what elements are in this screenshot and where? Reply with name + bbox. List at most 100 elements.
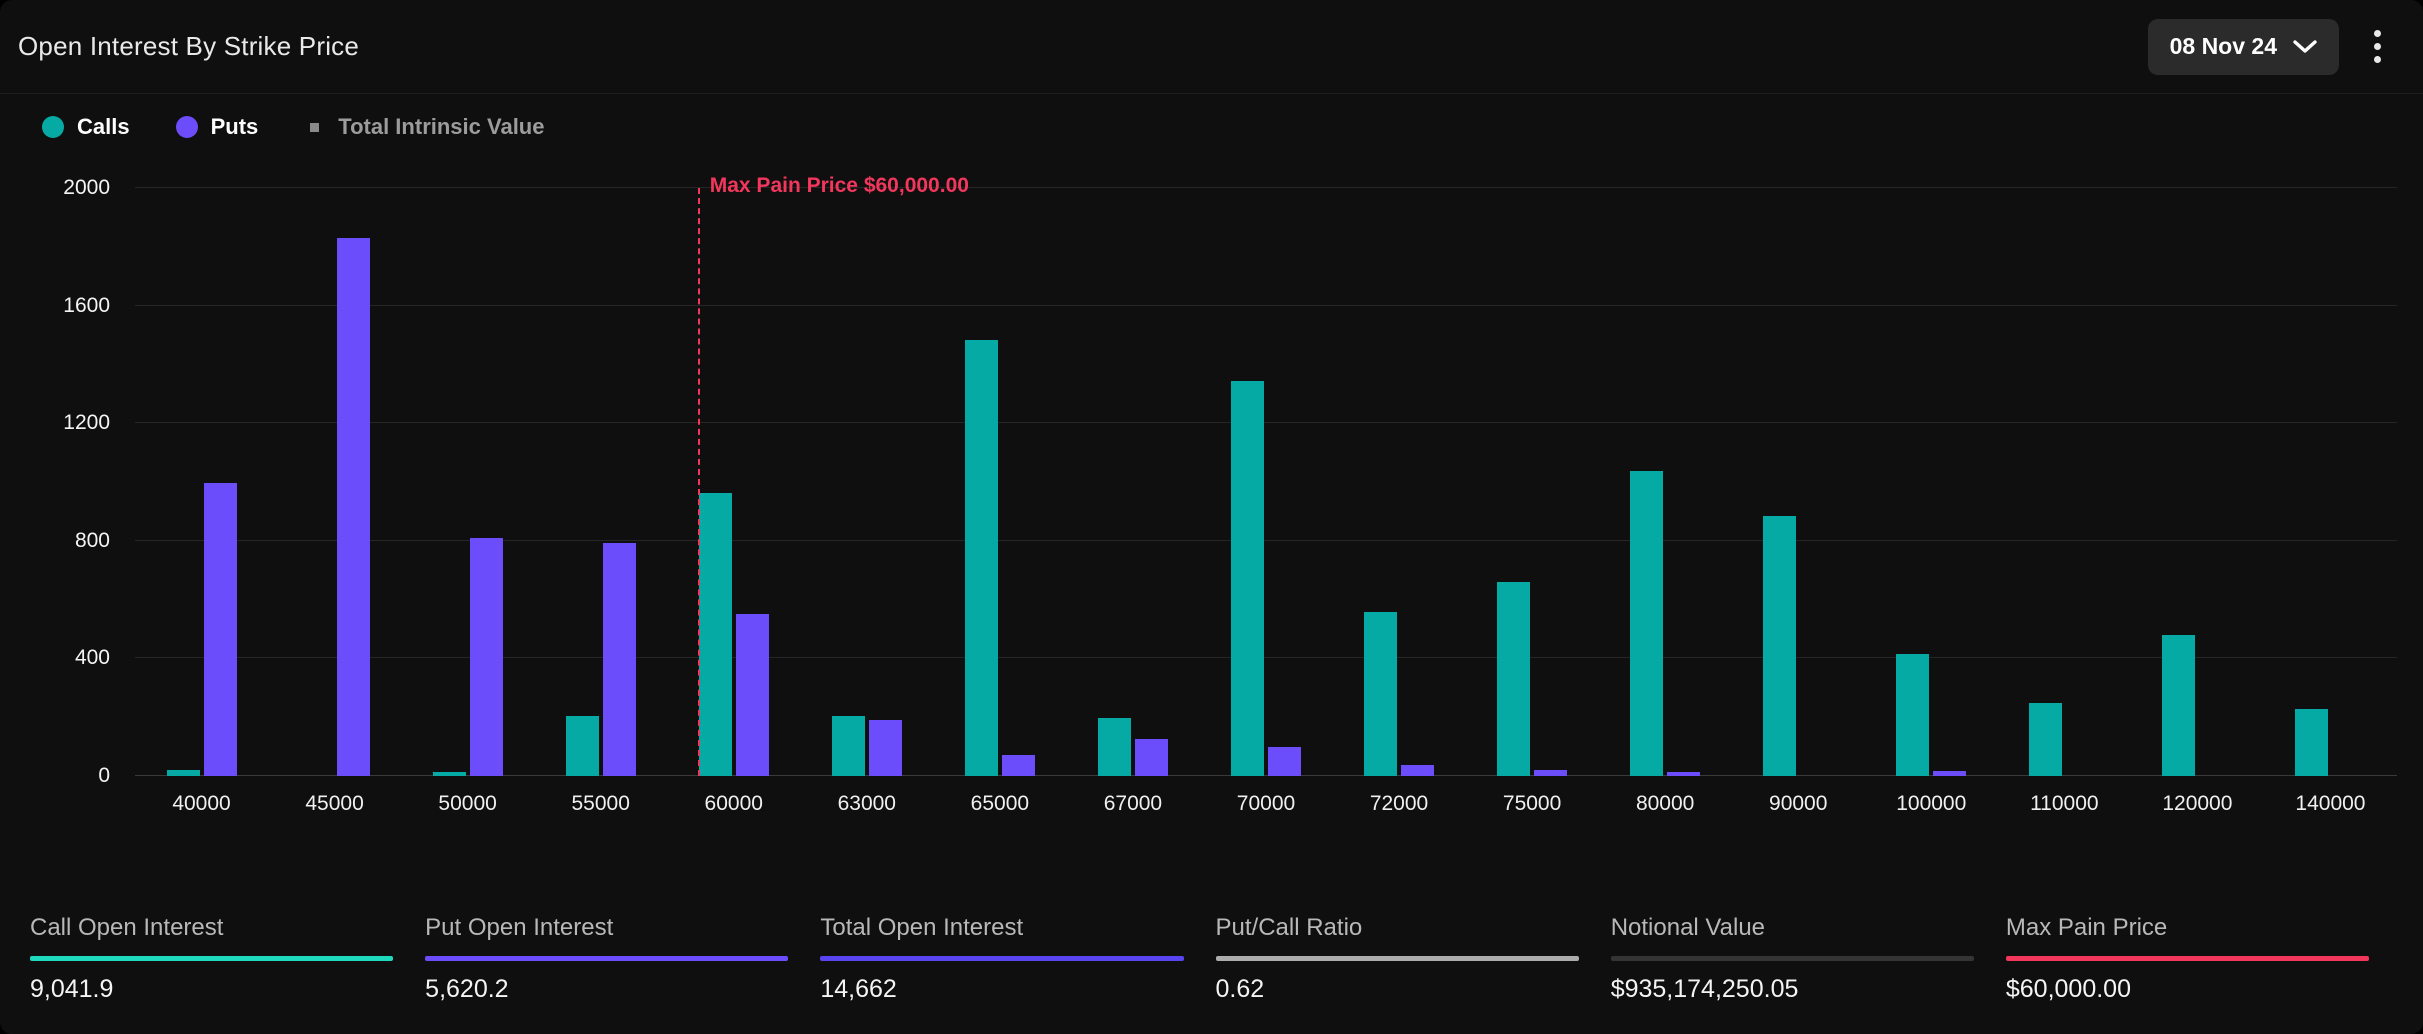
bar-calls[interactable] bbox=[565, 716, 599, 776]
legend-item-total-intrinsic-value[interactable]: Total Intrinsic Value bbox=[304, 114, 544, 140]
bar-calls[interactable] bbox=[1097, 718, 1131, 776]
stat-value: $60,000.00 bbox=[2005, 975, 2131, 1003]
stat-value: 5,620.2 bbox=[425, 975, 509, 1003]
puts-color-swatch bbox=[175, 116, 198, 138]
stat-accent-rule bbox=[30, 956, 394, 961]
bar-group[interactable]: 100000 bbox=[1865, 188, 1998, 815]
stat-label: Put Open Interest bbox=[425, 914, 614, 941]
bar-puts[interactable] bbox=[1001, 755, 1035, 776]
y-axis-tick-label: 0 bbox=[98, 764, 110, 787]
stat-label: Call Open Interest bbox=[30, 914, 224, 941]
bar-calls[interactable] bbox=[1364, 612, 1398, 776]
more-vertical-icon[interactable] bbox=[2357, 19, 2397, 75]
bar-calls[interactable] bbox=[698, 492, 732, 776]
y-axis-tick-label: 800 bbox=[74, 528, 110, 552]
bar-group[interactable]: 75000 bbox=[1466, 188, 1599, 815]
stat-accent-rule bbox=[2005, 956, 2370, 961]
bar-puts[interactable] bbox=[1134, 739, 1168, 776]
legend-item-calls[interactable]: Calls bbox=[42, 114, 130, 140]
bar-puts[interactable] bbox=[203, 483, 237, 776]
stat-card: Total Open Interest 14,662 bbox=[820, 884, 1215, 1034]
legend-item-puts[interactable]: Puts bbox=[175, 114, 259, 140]
bar-group[interactable]: 60000 bbox=[667, 188, 800, 815]
bar-group[interactable]: 70000 bbox=[1199, 188, 1332, 815]
stat-label: Total Open Interest bbox=[820, 914, 1024, 941]
bar-calls[interactable] bbox=[1230, 381, 1264, 776]
panel-header: Open Interest By Strike Price 08 Nov 24 bbox=[0, 0, 2423, 94]
stat-accent-rule bbox=[1215, 956, 1579, 961]
bar-calls[interactable] bbox=[166, 770, 200, 776]
stat-value: 14,662 bbox=[820, 975, 897, 1003]
y-axis-tick-label: 400 bbox=[74, 646, 110, 670]
bar-puts[interactable] bbox=[1401, 765, 1435, 776]
stat-accent-rule bbox=[425, 956, 789, 961]
bar-group[interactable]: 65000 bbox=[933, 188, 1066, 815]
y-axis-tick-label: 1200 bbox=[63, 411, 110, 435]
bar-group[interactable]: 45000 bbox=[268, 188, 401, 815]
stat-value: 9,041.9 bbox=[30, 975, 114, 1003]
bar-group[interactable]: 63000 bbox=[800, 188, 933, 815]
legend-label-calls: Calls bbox=[77, 114, 130, 139]
bar-group[interactable]: 80000 bbox=[1599, 188, 1732, 815]
stat-accent-rule bbox=[1610, 956, 1974, 961]
stat-card: Max Pain Price $60,000.00 bbox=[2005, 884, 2401, 1034]
plot-region: 0 400 800 1200 1600 2000 40000 45000 50000 55000… bbox=[63, 174, 2397, 815]
bar-group[interactable]: 72000 bbox=[1333, 188, 1466, 815]
date-selector[interactable]: 08 Nov 24 bbox=[2147, 18, 2339, 75]
bar-puts[interactable] bbox=[1933, 771, 1967, 776]
bar-puts[interactable] bbox=[735, 613, 769, 776]
stat-card: Put Open Interest 5,620.2 bbox=[425, 884, 820, 1034]
open-interest-panel: Open Interest By Strike Price 08 Nov 24 … bbox=[0, 0, 2423, 1034]
bar-puts[interactable] bbox=[1534, 769, 1568, 776]
bar-puts[interactable] bbox=[469, 537, 503, 776]
bar-puts[interactable] bbox=[336, 237, 370, 776]
bar-series-container: 40000 45000 50000 55000 60000 63000 65000 67000… bbox=[135, 188, 2397, 815]
chevron-down-icon bbox=[2293, 33, 2317, 60]
y-axis-tick-label: 1600 bbox=[63, 293, 110, 317]
stat-accent-rule bbox=[820, 956, 1184, 961]
bar-group[interactable]: 120000 bbox=[2131, 188, 2264, 815]
header-controls: 08 Nov 24 bbox=[2147, 18, 2397, 75]
bar-calls[interactable] bbox=[1896, 654, 1930, 776]
bar-group[interactable]: 55000 bbox=[534, 188, 667, 815]
chart-area: 0 400 800 1200 1600 2000 40000 45000 50000 55000… bbox=[0, 160, 2423, 884]
stat-card: Call Open Interest 9,041.9 bbox=[30, 884, 425, 1034]
summary-stats: Call Open Interest 9,041.9 Put Open Intere… bbox=[0, 884, 2423, 1034]
stat-label: Notional Value bbox=[1610, 914, 1766, 941]
bar-group[interactable]: 67000 bbox=[1066, 188, 1199, 815]
stat-value: $935,174,250.05 bbox=[1610, 975, 1799, 1003]
bar-puts[interactable] bbox=[1267, 747, 1301, 776]
bar-puts[interactable] bbox=[1667, 772, 1701, 776]
stat-label: Put/Call Ratio bbox=[1215, 914, 1363, 941]
bar-calls[interactable] bbox=[964, 339, 998, 776]
bar-puts[interactable] bbox=[602, 543, 636, 776]
max-pain-label: Max Pain Price $60,000.00 bbox=[709, 174, 969, 197]
x-axis-tick-label: 140000 bbox=[2295, 792, 2366, 815]
date-selector-label: 08 Nov 24 bbox=[2169, 33, 2277, 59]
total-intrinsic-value-color-swatch bbox=[310, 122, 320, 132]
kebab-dot bbox=[2373, 30, 2381, 37]
bar-puts[interactable] bbox=[868, 720, 902, 776]
bar-group[interactable]: 110000 bbox=[1998, 188, 2131, 815]
bar-calls[interactable] bbox=[1497, 581, 1531, 776]
bar-group[interactable]: 40000 bbox=[135, 188, 268, 815]
legend-label-puts: Puts bbox=[210, 114, 259, 139]
max-pain-line bbox=[697, 188, 700, 776]
bar-group[interactable]: 50000 bbox=[401, 188, 534, 815]
legend-label-total-intrinsic-value: Total Intrinsic Value bbox=[338, 114, 545, 139]
stat-card: Put/Call Ratio 0.62 bbox=[1215, 884, 1611, 1034]
bar-calls[interactable] bbox=[432, 771, 466, 776]
bar-calls[interactable] bbox=[2162, 635, 2196, 776]
bar-group[interactable]: 140000 bbox=[2264, 188, 2397, 815]
bar-calls[interactable] bbox=[2029, 703, 2063, 776]
calls-color-swatch bbox=[42, 116, 64, 138]
bar-calls[interactable] bbox=[1763, 516, 1797, 776]
bar-calls[interactable] bbox=[2295, 708, 2329, 776]
bar-calls[interactable] bbox=[1630, 470, 1664, 776]
bar-group[interactable]: 90000 bbox=[1732, 188, 1865, 815]
chart-legend: Calls Puts Total Intrinsic Value bbox=[0, 94, 2423, 160]
bar-calls[interactable] bbox=[831, 715, 865, 776]
y-axis-tick-label: 2000 bbox=[63, 176, 110, 199]
stat-value: 0.62 bbox=[1215, 975, 1265, 1003]
page-title: Open Interest By Strike Price bbox=[18, 31, 360, 61]
